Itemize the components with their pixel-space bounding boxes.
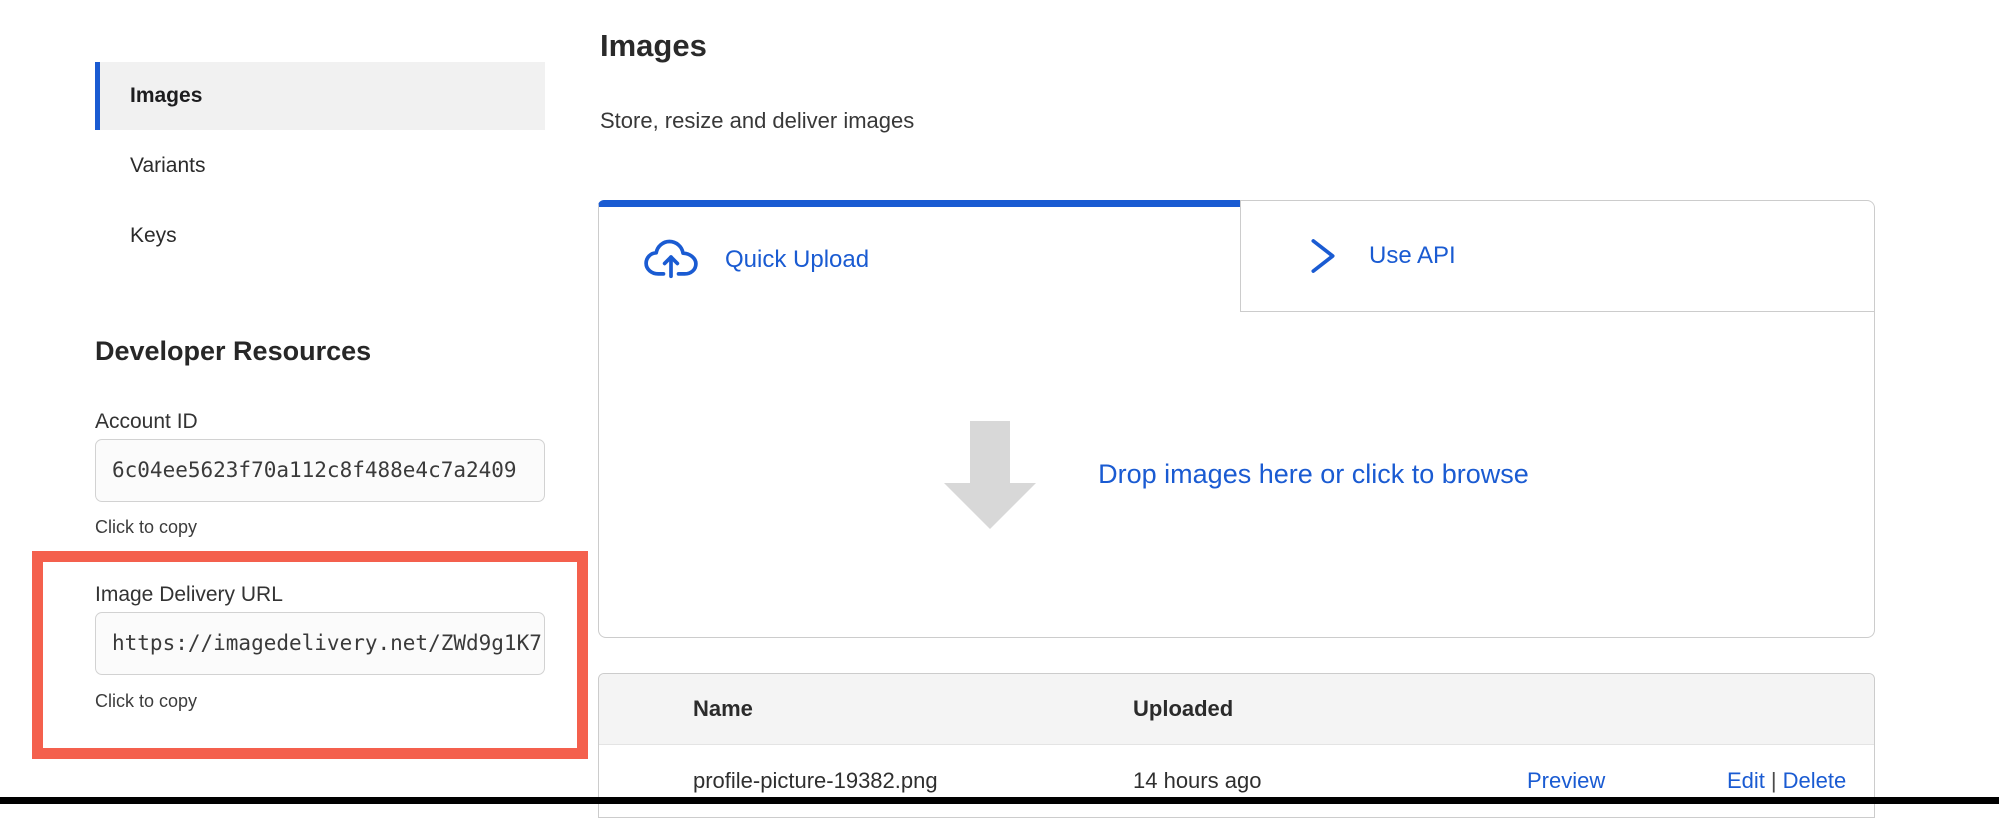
tab-quick-upload[interactable]: Quick Upload [598,200,1240,312]
dropzone-text: Drop images here or click to browse [1098,459,1529,490]
actions-separator: | [1765,768,1783,793]
edit-link[interactable]: Edit [1727,768,1765,793]
image-delivery-url-field[interactable]: https://imagedelivery.net/ZWd9g1K7 [95,612,545,675]
cloud-upload-icon [643,238,699,282]
delete-link[interactable]: Delete [1783,768,1847,793]
image-delivery-url-copy-hint: Click to copy [95,691,197,712]
sidebar-nav: Images Variants Keys [95,62,545,272]
image-delivery-url-label: Image Delivery URL [95,583,283,607]
image-name: profile-picture-19382.png [599,768,1133,794]
table-header-name: Name [599,696,1133,722]
tab-use-api[interactable]: Use API [1240,200,1875,312]
chevron-right-icon [1309,236,1337,276]
table-row: profile-picture-19382.png 14 hours ago P… [599,745,1874,817]
page-subtitle: Store, resize and deliver images [600,108,914,134]
account-id-label: Account ID [95,410,198,434]
table-header-row: Name Uploaded [599,674,1874,745]
developer-resources-heading: Developer Resources [95,336,371,367]
sidebar-item-images[interactable]: Images [95,62,545,130]
account-id-copy-hint: Click to copy [95,517,197,538]
arrow-down-icon [944,421,1036,529]
tab-use-api-label: Use API [1369,242,1456,270]
image-dropzone[interactable]: Drop images here or click to browse [598,312,1875,638]
sidebar-item-variants[interactable]: Variants [95,132,545,200]
image-uploaded: 14 hours ago [1133,768,1493,794]
sidebar-item-keys[interactable]: Keys [95,202,545,270]
upload-panel: Quick Upload Use API Drop images here or… [598,200,1875,638]
account-id-field[interactable]: 6c04ee5623f70a112c8f488e4c7a2409 [95,439,545,502]
table-header-uploaded: Uploaded [1133,696,1493,722]
tab-quick-upload-label: Quick Upload [725,246,869,274]
preview-link[interactable]: Preview [1527,768,1605,793]
page-title: Images [600,28,707,64]
screenshot-bottom-edge [0,797,1999,804]
